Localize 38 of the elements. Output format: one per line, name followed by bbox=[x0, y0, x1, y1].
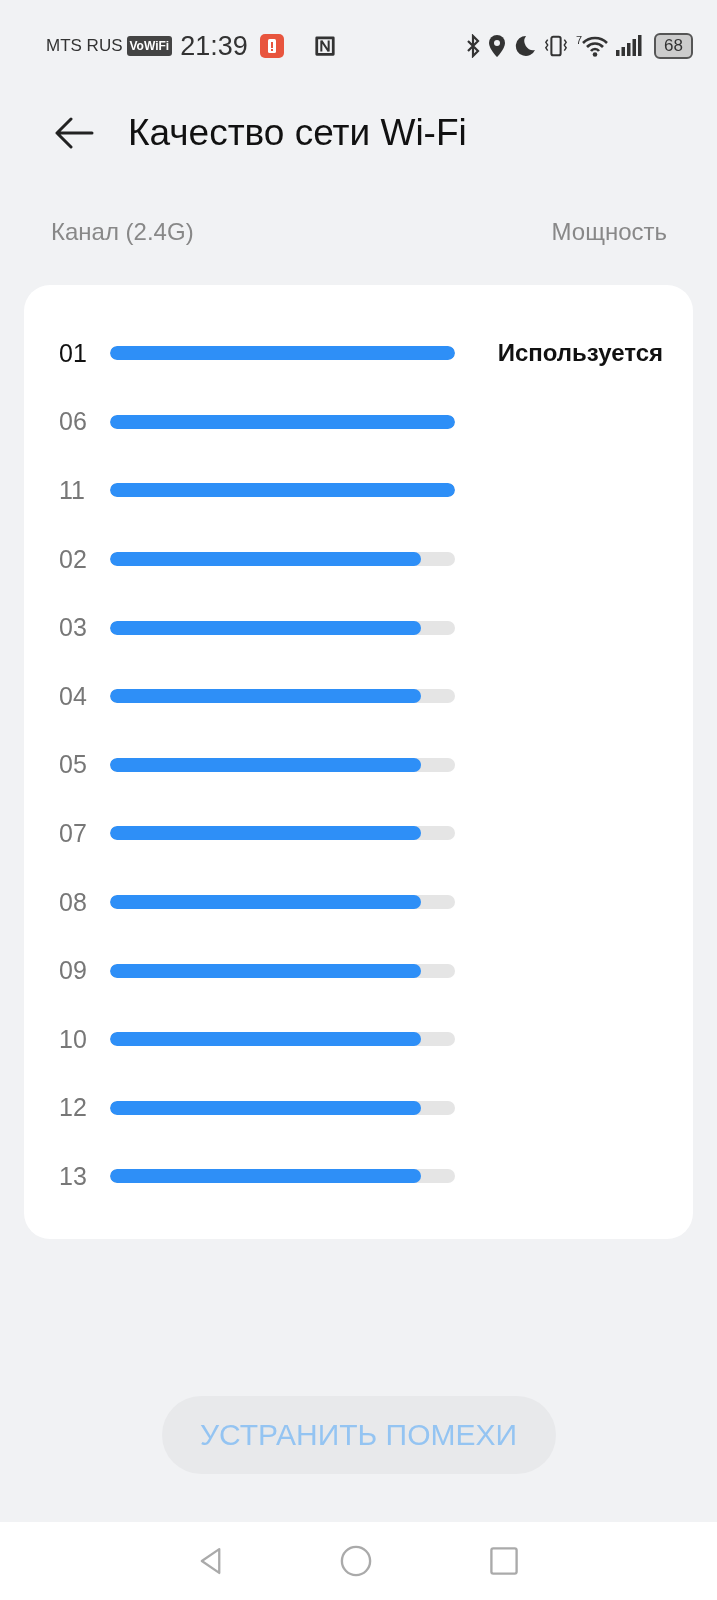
back-arrow-icon bbox=[54, 117, 94, 149]
nfc-icon bbox=[313, 34, 336, 58]
bluetooth-icon bbox=[465, 34, 480, 58]
triangle-back-icon bbox=[199, 1546, 222, 1576]
recents-button[interactable] bbox=[489, 1547, 518, 1575]
wifi-generation-label: 7 bbox=[575, 35, 583, 46]
channel-number: 09 bbox=[58, 956, 88, 986]
column-header: Мощность bbox=[551, 218, 667, 246]
column-header: Канал (2.4G) bbox=[51, 218, 194, 246]
channel-number: 10 bbox=[58, 1024, 88, 1054]
channel-status: Используется bbox=[497, 339, 663, 368]
channel-number: 08 bbox=[58, 887, 88, 917]
channel-number: 13 bbox=[58, 1161, 88, 1191]
signal-icon bbox=[616, 35, 643, 57]
back-button[interactable] bbox=[54, 117, 94, 149]
circle-home-icon bbox=[339, 1545, 372, 1577]
back-nav-button[interactable] bbox=[199, 1546, 222, 1576]
vowifi-badge: VoWiFi bbox=[126, 36, 173, 56]
wifi-icon bbox=[582, 35, 609, 57]
channel-number: 06 bbox=[58, 407, 88, 437]
channel-number: 12 bbox=[58, 1093, 88, 1123]
moon-icon bbox=[513, 34, 536, 58]
battery-indicator: 68 bbox=[654, 33, 693, 59]
channel-number: 11 bbox=[58, 476, 86, 505]
page-title: Качество сети Wi-Fi bbox=[128, 112, 467, 154]
square-recents-icon bbox=[489, 1547, 518, 1575]
channel-number: 05 bbox=[58, 750, 88, 780]
home-button[interactable] bbox=[339, 1545, 372, 1577]
carrier-name: MTS RUS bbox=[46, 36, 123, 56]
channel-number: 04 bbox=[58, 681, 88, 711]
channel-number: 03 bbox=[58, 613, 88, 643]
channel-number: 01 bbox=[58, 338, 88, 368]
vibrate-icon bbox=[543, 34, 568, 58]
location-pin-icon bbox=[487, 34, 506, 58]
channel-number: 02 bbox=[58, 544, 88, 574]
clock-time: 21:39 bbox=[180, 30, 248, 62]
battery-alert-icon bbox=[259, 34, 284, 58]
channel-number: 07 bbox=[58, 818, 88, 848]
